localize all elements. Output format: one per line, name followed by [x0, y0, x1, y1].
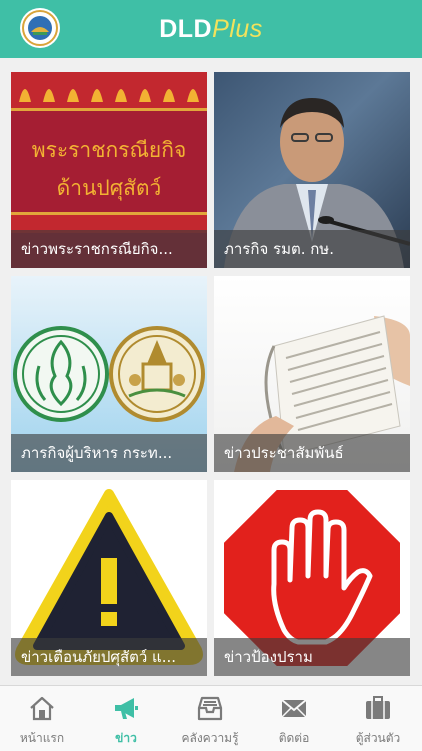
inbox-icon	[197, 696, 223, 721]
envelope-icon	[281, 699, 307, 718]
card-caption: ข่าวพระราชกรณียกิจ...	[11, 230, 207, 268]
pattern-band-top	[11, 72, 207, 111]
app-title-accent: Plus	[212, 15, 263, 43]
megaphone-icon	[115, 698, 138, 719]
image-text-line-2: ด้านปศุสัตว์	[56, 176, 162, 200]
image-text-line-1: พระราชกรณียกิจ	[31, 138, 187, 162]
bottom-tab-bar: หน้าแรก ข่าว คลังความรู้ ติดต่อ ตู้ส่วนต…	[0, 685, 422, 751]
news-card-minister-mission[interactable]: ภารกิจ รมต. กษ.	[214, 72, 410, 268]
news-card-livestock-warning[interactable]: ข่าวเตือนภัยปศุสัตว์ แ...	[11, 480, 207, 676]
briefcase-icon	[366, 696, 390, 719]
news-card-royal-duties[interactable]: พระราชกรณียกิจ ด้านปศุสัตว์ ข่าวพระราชกร…	[11, 72, 207, 268]
home-icon	[30, 696, 54, 721]
news-card-prevention[interactable]: ข่าวป้องปราม	[214, 480, 410, 676]
tab-home[interactable]: หน้าแรก	[0, 686, 84, 751]
card-caption: ข่าวเตือนภัยปศุสัตว์ แ...	[11, 638, 207, 676]
card-caption: ข่าวป้องปราม	[214, 638, 410, 676]
news-category-grid: พระราชกรณียกิจ ด้านปศุสัตว์ ข่าวพระราชกร…	[0, 58, 422, 685]
tab-label: ติดต่อ	[278, 731, 310, 745]
tab-label: ตู้ส่วนตัว	[355, 731, 401, 745]
tab-contact[interactable]: ติดต่อ	[252, 686, 336, 751]
card-caption: ข่าวประชาสัมพันธ์	[214, 434, 410, 472]
card-caption: ภารกิจผู้บริหาร กระท...	[11, 434, 207, 472]
tab-label: หน้าแรก	[19, 731, 65, 745]
tab-label: ข่าว	[115, 731, 137, 745]
app-header: DLDPlus	[0, 0, 422, 58]
app-title-main: DLD	[159, 15, 213, 43]
tab-knowledge[interactable]: คลังความรู้	[168, 686, 252, 751]
app-title: DLDPlus	[0, 14, 422, 44]
news-card-public-relations[interactable]: ข่าวประชาสัมพันธ์	[214, 276, 410, 472]
tab-news[interactable]: ข่าว	[84, 686, 168, 751]
tab-personal-locker[interactable]: ตู้ส่วนตัว	[336, 686, 420, 751]
card-caption: ภารกิจ รมต. กษ.	[214, 230, 410, 268]
tab-label: คลังความรู้	[181, 731, 239, 745]
news-card-executive-mission[interactable]: ภารกิจผู้บริหาร กระท...	[11, 276, 207, 472]
